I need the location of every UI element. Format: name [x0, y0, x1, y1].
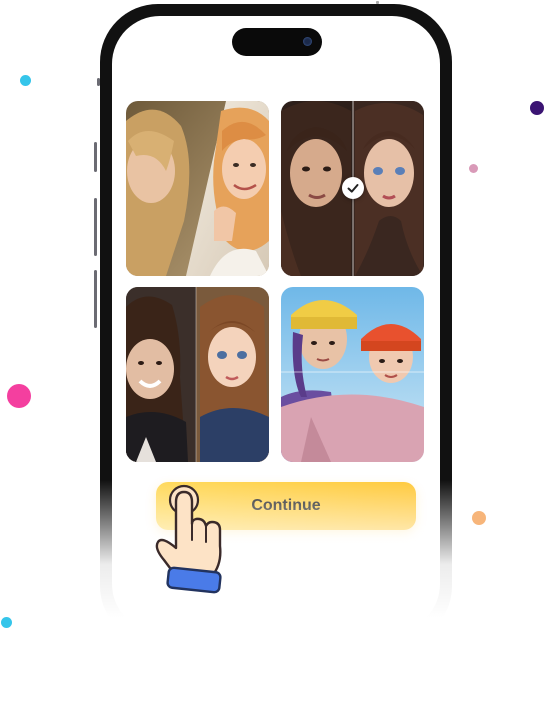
- decor-dot-orange-right: [472, 511, 486, 525]
- selected-check-badge: [342, 177, 364, 199]
- dynamic-island: [232, 28, 322, 56]
- decor-dot-cyan-left: [20, 75, 31, 86]
- decor-dot-cyan-bottom: [1, 617, 12, 628]
- gallery-tile-brunette[interactable]: [281, 101, 424, 276]
- check-icon: [347, 184, 359, 193]
- continue-button-label: Continue: [251, 497, 321, 514]
- gallery-tile-beanies[interactable]: [281, 287, 424, 462]
- gallery-tile-blonde[interactable]: [126, 101, 269, 276]
- beanies-before-after-image: [281, 287, 424, 462]
- phone-side-extra: [94, 270, 97, 328]
- phone-volume-up: [94, 142, 97, 172]
- camera-icon: [303, 37, 312, 46]
- gallery-tile-smiling[interactable]: [126, 287, 269, 462]
- decor-dot-pink-left: [7, 384, 31, 408]
- phone-volume-down: [94, 198, 97, 256]
- decor-dot-mauve-right: [469, 164, 478, 173]
- pointing-hand-icon: [155, 484, 222, 594]
- decor-dot-purple-right: [530, 101, 544, 115]
- blonde-before-after-image: [126, 101, 269, 276]
- smiling-before-after-image: [126, 287, 269, 462]
